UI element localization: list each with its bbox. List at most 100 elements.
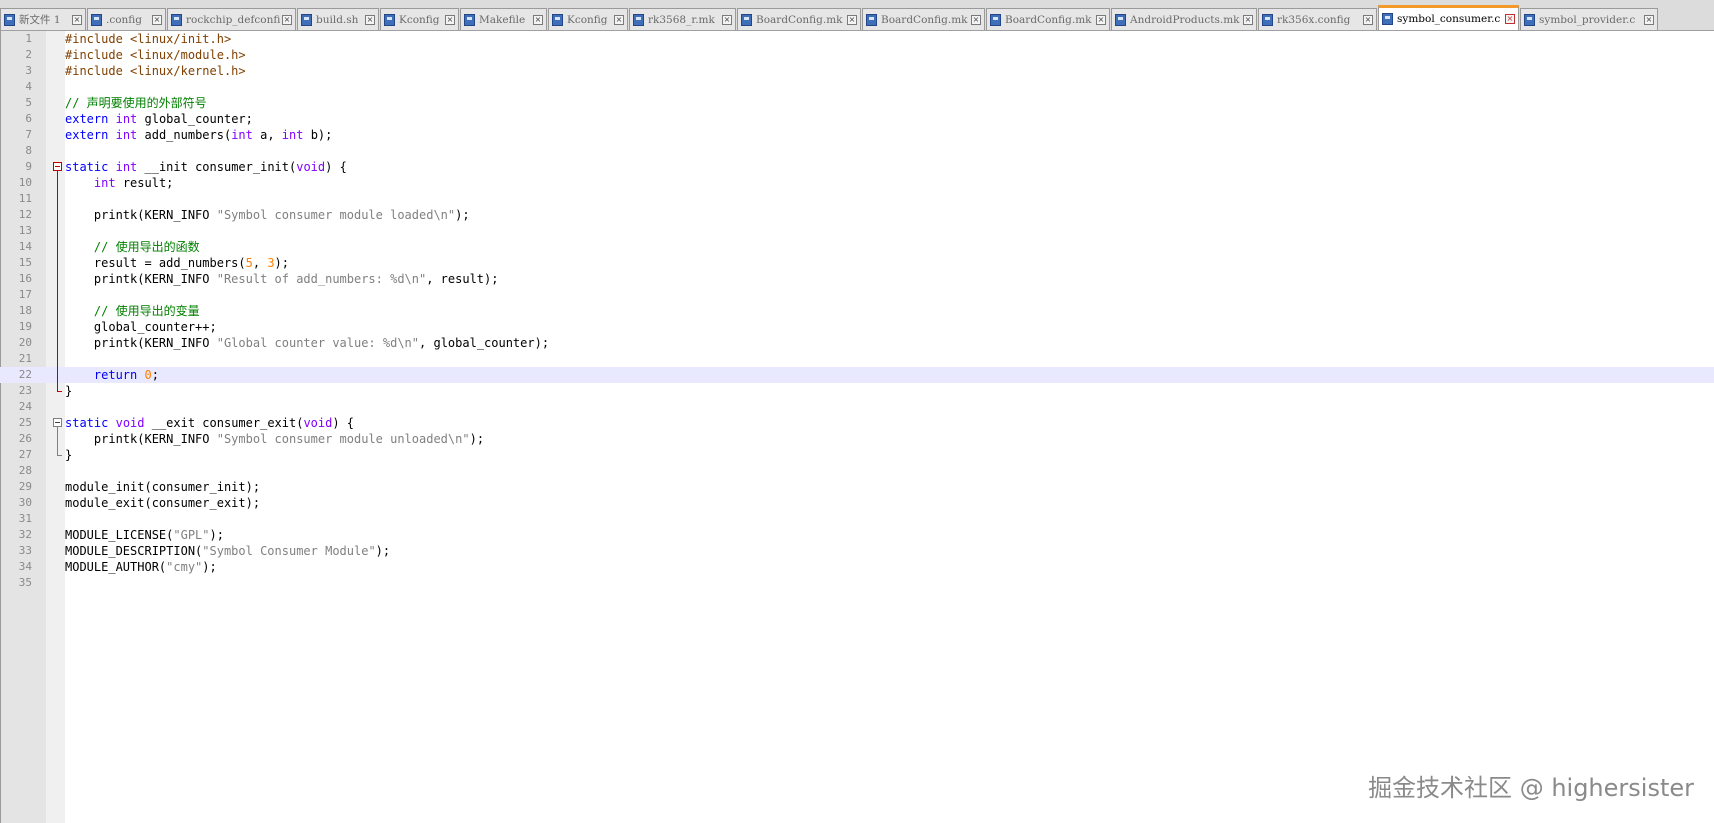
file-icon bbox=[171, 13, 182, 26]
line-number: 35 bbox=[18, 576, 32, 589]
tab-12[interactable]: AndroidProducts.mk × bbox=[1111, 8, 1257, 30]
code-line[interactable]: 27} bbox=[0, 447, 1714, 463]
line-number: 9 bbox=[25, 160, 32, 173]
tab-5[interactable]: Kconfig × bbox=[380, 8, 459, 30]
code-line[interactable]: 20 printk(KERN_INFO "Global counter valu… bbox=[0, 335, 1714, 351]
tab-8[interactable]: rk3568_r.mk × bbox=[629, 8, 736, 30]
line-number: 21 bbox=[18, 352, 32, 365]
close-icon[interactable]: × bbox=[1644, 14, 1654, 25]
tab-2[interactable]: .config × bbox=[87, 8, 166, 30]
tab-11[interactable]: BoardConfig.mk × bbox=[986, 8, 1110, 30]
tab-1[interactable]: 新文件 1 × bbox=[0, 8, 86, 30]
close-icon[interactable]: × bbox=[445, 14, 455, 25]
code-line[interactable]: 35 bbox=[0, 575, 1714, 591]
line-text: // 使用导出的函数 bbox=[93, 240, 200, 254]
code-line[interactable]: 16 printk(KERN_INFO "Result of add_numbe… bbox=[0, 271, 1714, 287]
code-line[interactable]: 34 MODULE_AUTHOR("cmy"); bbox=[0, 559, 1714, 575]
close-icon[interactable]: × bbox=[72, 14, 82, 25]
code-line[interactable]: 12 printk(KERN_INFO "Symbol consumer mod… bbox=[0, 207, 1714, 223]
code-line[interactable]: 2 #include <linux/module.h> bbox=[0, 47, 1714, 63]
code-line[interactable]: 24 bbox=[0, 399, 1714, 415]
fold-line bbox=[52, 431, 62, 447]
code-editor[interactable]: 1 #include <linux/init.h> 2 #include <linux… bbox=[0, 31, 1714, 823]
line-text: printk(KERN_INFO "Result of add_numbers:… bbox=[65, 272, 499, 286]
fold-line bbox=[52, 351, 62, 367]
line-text: // 使用导出的变量 bbox=[93, 304, 200, 318]
tab-6[interactable]: Makefile × bbox=[460, 8, 547, 30]
close-icon[interactable]: × bbox=[1363, 14, 1373, 25]
code-line[interactable]: 9 static int __init consumer_init(void) { bbox=[0, 159, 1714, 175]
code-line[interactable]: 10 int result; bbox=[0, 175, 1714, 191]
code-line[interactable]: 32 MODULE_LICENSE("GPL"); bbox=[0, 527, 1714, 543]
code-line[interactable]: 28 bbox=[0, 463, 1714, 479]
code-line[interactable]: 21 bbox=[0, 351, 1714, 367]
file-icon bbox=[4, 13, 15, 26]
code-line[interactable]: 19 global_counter++; bbox=[0, 319, 1714, 335]
tab-label: Kconfig bbox=[399, 13, 440, 26]
close-icon[interactable]: × bbox=[1243, 14, 1253, 25]
code-line[interactable]: 15 result = add_numbers(5, 3); bbox=[0, 255, 1714, 271]
code-line[interactable]: 4 bbox=[0, 79, 1714, 95]
tab-label: 新文件 1 bbox=[19, 14, 61, 26]
close-icon[interactable]: × bbox=[152, 14, 162, 25]
close-icon[interactable]: × bbox=[847, 14, 857, 25]
line-text: MODULE_LICENSE("GPL"); bbox=[65, 528, 224, 542]
code-line[interactable]: 6 extern int global_counter; bbox=[0, 111, 1714, 127]
code-line[interactable]: 22 return 0; bbox=[0, 367, 1714, 383]
line-text: #include <linux/module.h> bbox=[65, 48, 246, 62]
line-number: 34 bbox=[18, 560, 32, 573]
tab-label: rk356x.config bbox=[1277, 13, 1351, 26]
close-icon[interactable]: × bbox=[1505, 14, 1515, 24]
code-line[interactable]: 11 bbox=[0, 191, 1714, 207]
close-icon[interactable]: × bbox=[614, 14, 624, 25]
code-line[interactable]: 25 static void __exit consumer_exit(void)… bbox=[0, 415, 1714, 431]
line-text: static int __init consumer_init(void) { bbox=[65, 160, 347, 174]
file-icon bbox=[741, 13, 752, 26]
code-line[interactable]: 8 bbox=[0, 143, 1714, 159]
close-icon[interactable]: × bbox=[971, 14, 981, 25]
line-text: return 0; bbox=[93, 368, 159, 382]
code-line[interactable]: 31 bbox=[0, 511, 1714, 527]
tab-7[interactable]: Kconfig × bbox=[548, 8, 628, 30]
fold-collapse-icon[interactable] bbox=[52, 159, 62, 175]
code-line[interactable]: 23} bbox=[0, 383, 1714, 399]
line-number: 16 bbox=[18, 272, 32, 285]
code-line[interactable]: 33 MODULE_DESCRIPTION("Symbol Consumer Mo… bbox=[0, 543, 1714, 559]
code-line[interactable]: 29 module_init(consumer_init); bbox=[0, 479, 1714, 495]
close-icon[interactable]: × bbox=[282, 14, 292, 25]
line-text: #include <linux/init.h> bbox=[65, 32, 232, 46]
code-line[interactable]: 7 extern int add_numbers(int a, int b); bbox=[0, 127, 1714, 143]
watermark: 掘金技术社区 @ highersister bbox=[1368, 774, 1694, 802]
code-line[interactable]: 3 #include <linux/kernel.h> bbox=[0, 63, 1714, 79]
line-number: 10 bbox=[18, 176, 32, 189]
code-line[interactable]: 30 module_exit(consumer_exit); bbox=[0, 495, 1714, 511]
code-line[interactable]: 18 // 使用导出的变量 bbox=[0, 303, 1714, 319]
tab-4[interactable]: build.sh × bbox=[297, 8, 379, 30]
code-line[interactable]: 13 bbox=[0, 223, 1714, 239]
tab-10[interactable]: BoardConfig.mk × bbox=[862, 8, 985, 30]
line-text: printk(KERN_INFO "Symbol consumer module… bbox=[65, 432, 485, 446]
tab-9[interactable]: BoardConfig.mk × bbox=[737, 8, 861, 30]
tab-14[interactable]: symbol_consumer.c × bbox=[1378, 5, 1519, 30]
line-number: 1 bbox=[25, 32, 32, 45]
close-icon[interactable]: × bbox=[1096, 14, 1106, 25]
close-icon[interactable]: × bbox=[722, 14, 732, 25]
tab-label: Kconfig bbox=[567, 13, 608, 26]
fold-collapse-icon[interactable] bbox=[52, 415, 62, 431]
fold-line bbox=[52, 191, 62, 207]
code-line[interactable]: 1 #include <linux/init.h> bbox=[0, 31, 1714, 47]
close-icon[interactable]: × bbox=[533, 14, 543, 25]
line-number: 32 bbox=[18, 528, 32, 541]
fold-end-marker bbox=[52, 447, 62, 463]
line-number: 2 bbox=[25, 48, 32, 61]
tab-label: .config bbox=[106, 13, 143, 26]
code-line[interactable]: 17 bbox=[0, 287, 1714, 303]
code-line[interactable]: 5 // 声明要使用的外部符号 bbox=[0, 95, 1714, 111]
code-line[interactable]: 26 printk(KERN_INFO "Symbol consumer mod… bbox=[0, 431, 1714, 447]
tab-13[interactable]: rk356x.config × bbox=[1258, 8, 1377, 30]
line-number: 25 bbox=[18, 416, 32, 429]
tab-3[interactable]: rockchip_defconfig × bbox=[167, 8, 296, 30]
close-icon[interactable]: × bbox=[365, 14, 375, 25]
code-line[interactable]: 14 // 使用导出的函数 bbox=[0, 239, 1714, 255]
tab-15[interactable]: symbol_provider.c × bbox=[1520, 8, 1658, 30]
